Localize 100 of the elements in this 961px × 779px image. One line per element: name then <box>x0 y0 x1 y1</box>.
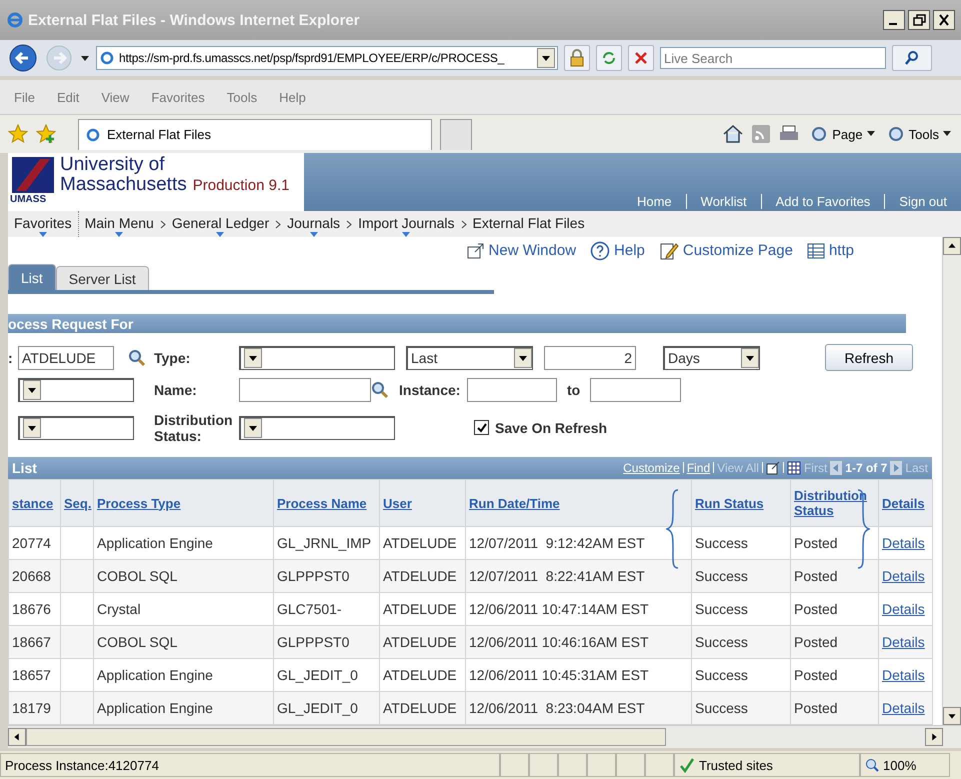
scroll-down-icon[interactable] <box>943 707 961 725</box>
table-cell: COBOL SQL <box>97 568 178 584</box>
breadcrumb-link[interactable]: Journals <box>287 211 340 237</box>
status-pane <box>558 753 587 777</box>
table-cell: Application Engine <box>97 667 213 683</box>
table-cell: Application Engine <box>97 535 213 551</box>
browser-tab[interactable]: External Flat Files <box>78 118 432 150</box>
field-label: Distribution Status: <box>154 412 234 444</box>
caret-icon[interactable] <box>80 54 90 62</box>
status-pane <box>616 753 645 777</box>
table-cell: Posted <box>794 601 838 617</box>
type-select[interactable] <box>239 346 395 370</box>
table-cell: ATDELUDE <box>383 634 457 650</box>
minimize-icon[interactable] <box>883 10 905 30</box>
refresh-button[interactable]: Refresh <box>825 344 913 372</box>
home-icon[interactable] <box>722 124 744 144</box>
university-logo-icon <box>10 155 56 195</box>
field-label: Instance: <box>399 382 460 398</box>
page-link[interactable]: Help <box>590 240 645 261</box>
refresh-icon[interactable] <box>596 45 622 71</box>
menu-item[interactable]: File <box>14 90 35 104</box>
scroll-up-icon[interactable] <box>943 237 961 255</box>
page-tab[interactable]: Server List <box>56 266 149 290</box>
grid-link: View All <box>717 460 759 475</box>
breadcrumb-link[interactable]: General Ledger <box>172 211 270 237</box>
lookup-icon[interactable] <box>128 348 146 367</box>
close-icon[interactable] <box>933 10 955 30</box>
table-cell: 18179 <box>12 700 51 716</box>
search-button[interactable] <box>892 45 932 71</box>
table-cell: Posted <box>794 634 838 650</box>
menu-item[interactable]: Tools <box>226 90 258 104</box>
pencil-page-icon <box>658 240 679 261</box>
field-label: Name: <box>154 382 197 398</box>
header-link[interactable]: Worklist <box>686 194 761 209</box>
table-icon <box>806 242 825 259</box>
zoom-grid-icon[interactable] <box>766 460 780 475</box>
table-cell: ATDELUDE <box>383 601 457 617</box>
page-link[interactable]: New Window <box>466 242 576 260</box>
server-select[interactable] <box>18 378 134 402</box>
padlock-icon[interactable] <box>564 45 590 71</box>
restore-icon[interactable] <box>908 10 930 30</box>
status-pane <box>529 753 558 777</box>
menu-item[interactable]: Edit <box>56 90 80 104</box>
table-cell: GL_JEDIT_0 <box>277 700 358 716</box>
instance-to-field[interactable] <box>590 378 681 402</box>
page-tab[interactable]: List <box>8 264 56 290</box>
breadcrumb-link[interactable]: Favorites <box>14 211 72 237</box>
scroll-right-icon[interactable] <box>925 728 943 746</box>
star-icon[interactable] <box>8 124 28 144</box>
chevron-icon <box>346 220 352 228</box>
distribution-select[interactable] <box>239 416 395 440</box>
back-icon[interactable] <box>8 43 38 73</box>
security-zone: Trusted sites <box>699 758 773 772</box>
table-cell: Application Engine <box>97 700 213 716</box>
run-status-select[interactable] <box>18 416 134 440</box>
user-id-field[interactable]: ATDELUDE <box>18 346 114 370</box>
name-field[interactable] <box>239 378 371 402</box>
breadcrumb-link[interactable]: Import Journals <box>358 211 455 237</box>
pager-link: First <box>804 460 828 475</box>
add-favorite-icon[interactable] <box>36 124 56 144</box>
new-window-icon <box>466 242 485 259</box>
table-cell: ATDELUDE <box>383 535 457 551</box>
table-cell: ATDELUDE <box>383 700 457 716</box>
address-field[interactable]: https://sm-prd.fs.umasscs.net/psp/fsprd91/EMPLOYEE/ERP/c/PROCESS_ <box>96 46 558 70</box>
menu-item[interactable]: Favorites <box>151 90 205 104</box>
search-field[interactable]: Live Search <box>660 47 886 69</box>
status-pane <box>587 753 616 777</box>
table-cell: 12/06/2011 10:45:31AM EST <box>469 667 649 683</box>
breadcrumb-link[interactable]: External Flat Files <box>472 211 585 237</box>
header-link[interactable]: Home <box>622 194 686 209</box>
scroll-left-icon[interactable] <box>8 728 26 746</box>
lookup-icon[interactable] <box>371 380 389 399</box>
scroll-thumb[interactable] <box>26 728 666 746</box>
table-cell: 18676 <box>12 601 51 617</box>
count-field[interactable]: 2 <box>544 346 636 370</box>
status-text: Process Instance:4120774 <box>5 758 159 772</box>
table-cell: 18667 <box>12 634 51 650</box>
grid-title: List <box>11 460 37 476</box>
table-cell: Posted <box>794 700 838 716</box>
toolbar-menu-button[interactable]: Page <box>808 125 877 143</box>
table-cell: Success <box>695 535 748 551</box>
page-link[interactable]: http <box>806 242 854 260</box>
instance-from-field[interactable] <box>467 378 557 402</box>
period-select[interactable]: Last <box>406 346 533 370</box>
spreadsheet-icon[interactable] <box>786 460 801 475</box>
table-cell: 12/07/2011 8:22:41AM EST <box>469 568 645 584</box>
table-cell: Posted <box>794 667 838 683</box>
unit-select[interactable]: Days <box>663 346 760 370</box>
toolbar-menu-button[interactable]: Tools <box>884 125 953 143</box>
checkbox[interactable] <box>474 420 489 436</box>
stop-icon[interactable] <box>628 45 654 71</box>
field-label: to <box>567 382 580 398</box>
page-link[interactable]: Customize Page <box>658 240 793 261</box>
table-cell: 12/06/2011 10:46:16AM EST <box>469 634 649 650</box>
section-header: ocess Request For <box>8 314 906 333</box>
chevron-icon <box>160 220 166 228</box>
menu-item[interactable]: Help <box>279 90 306 104</box>
header-link[interactable]: Sign out <box>884 194 961 209</box>
menu-item[interactable]: View <box>101 90 130 104</box>
header-link[interactable]: Add to Favorites <box>760 194 884 209</box>
